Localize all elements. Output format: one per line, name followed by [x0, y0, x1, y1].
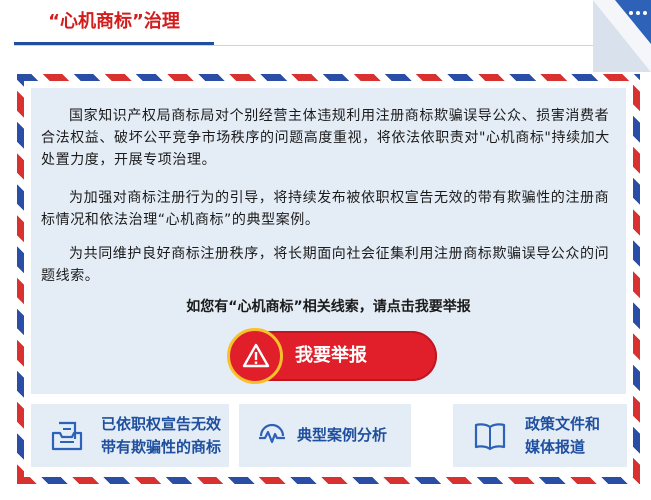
notice-paragraph-2: 为加强对商标注册行为的引导，将持续发布被依职权宣告无效的带有欺骗性的注册商标情况… [41, 190, 610, 228]
alert-icon-badge [227, 328, 283, 384]
folded-corner-more-icon[interactable] [593, 0, 651, 72]
warning-triangle-icon [242, 343, 270, 368]
invalidated-marks-card[interactable]: 已依职权宣告无效 带有欺骗性的商标 [31, 404, 229, 467]
header-divider [14, 45, 604, 46]
notice-panel: 国家知识产权局商标局对个别经营主体违规利用注册商标欺骗误导公众、损害消费者合法权… [31, 88, 626, 394]
invalidated-marks-label-2: 带有欺骗性的商标 [101, 438, 222, 456]
report-button-label: 我要举报 [295, 345, 367, 366]
invalidated-marks-label-1: 已依职权宣告无效 [101, 415, 222, 433]
page-title: “心机商标”治理 [48, 11, 180, 32]
document-tray-icon [51, 421, 83, 451]
frame-content: 国家知识产权局商标局对个别经营主体违规利用注册商标欺骗误导公众、损害消费者合法权… [24, 81, 633, 477]
case-analysis-label: 典型案例分析 [297, 426, 388, 444]
policy-media-label-2: 媒体报道 [525, 438, 586, 456]
heartbeat-wave-icon [259, 423, 285, 444]
header: “心机商标”治理 [14, 0, 604, 46]
policy-media-label-1: 政策文件和 [525, 415, 601, 433]
notice-paragraph-3: 为共同维护良好商标注册秩序，将长期面向社会征集利用注册商标欺骗误导公众的问题线索… [41, 246, 610, 284]
report-call-to-action: 如您有“心机商标”相关线索，请点击我要举报 [186, 299, 471, 315]
policy-media-card[interactable]: 政策文件和 媒体报道 [453, 404, 627, 467]
report-button[interactable]: 我要举报 [227, 328, 437, 384]
airmail-frame: 国家知识产权局商标局对个别经营主体违规利用注册商标欺骗误导公众、损害消费者合法权… [17, 74, 640, 484]
case-analysis-card[interactable]: 典型案例分析 [239, 404, 411, 467]
notice-paragraph-1: 国家知识产权局商标局对个别经营主体违规利用注册商标欺骗误导公众、损害消费者合法权… [41, 108, 610, 168]
open-book-icon [474, 423, 506, 451]
